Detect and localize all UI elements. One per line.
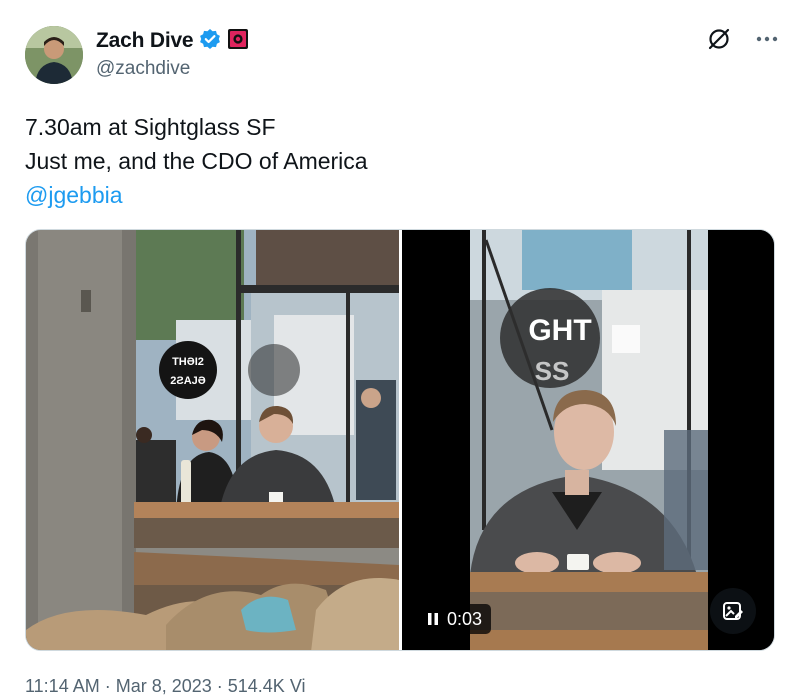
video-frame-image: GHT SS	[402, 230, 774, 650]
video-time: 0:03	[447, 608, 483, 629]
media-video[interactable]: GHT SS 0:03	[402, 230, 774, 650]
video-timestamp-badge: 0:03	[418, 604, 492, 634]
author-handle[interactable]: @zachdive	[96, 58, 190, 80]
media-photo[interactable]: THƏI2 2ƧAJƏ	[26, 230, 399, 650]
author-name-row: Zach Dive	[96, 28, 249, 54]
tweet-actions	[706, 26, 778, 52]
tweet-text-line: Just me, and the CDO of America	[25, 148, 368, 174]
avatar-image	[25, 26, 83, 84]
tweet-media: THƏI2 2ƧAJƏ GHT SS 0:03	[25, 229, 775, 651]
affiliate-badge-icon[interactable]	[227, 28, 249, 55]
sign-text-top: THƏI2	[172, 356, 204, 368]
tweet-text-line: 7.30am at Sightglass SF	[25, 114, 276, 140]
sign-text-bottom: 2ƧAJƏ	[170, 375, 206, 387]
cafe-photo-image: THƏI2 2ƧAJƏ	[26, 230, 399, 650]
image-edit-icon	[723, 602, 743, 620]
video-sign-text-bottom: SS	[535, 356, 570, 386]
tweet-text: 7.30am at Sightglass SF Just me, and the…	[25, 110, 368, 212]
grok-icon[interactable]	[706, 26, 732, 52]
pause-icon[interactable]	[427, 612, 439, 626]
verified-badge-icon	[199, 28, 221, 55]
mention-link[interactable]: @jgebbia	[25, 178, 368, 212]
author-name[interactable]: Zach Dive	[96, 29, 194, 53]
more-options-icon[interactable]	[756, 35, 778, 43]
tweet-timestamp[interactable]: 11:14 AM · Mar 8, 2023 · 514.4K Vi	[25, 676, 306, 697]
video-sign-text-top: GHT	[528, 314, 591, 347]
alt-text-button[interactable]	[710, 588, 756, 634]
author-avatar[interactable]	[25, 26, 83, 84]
